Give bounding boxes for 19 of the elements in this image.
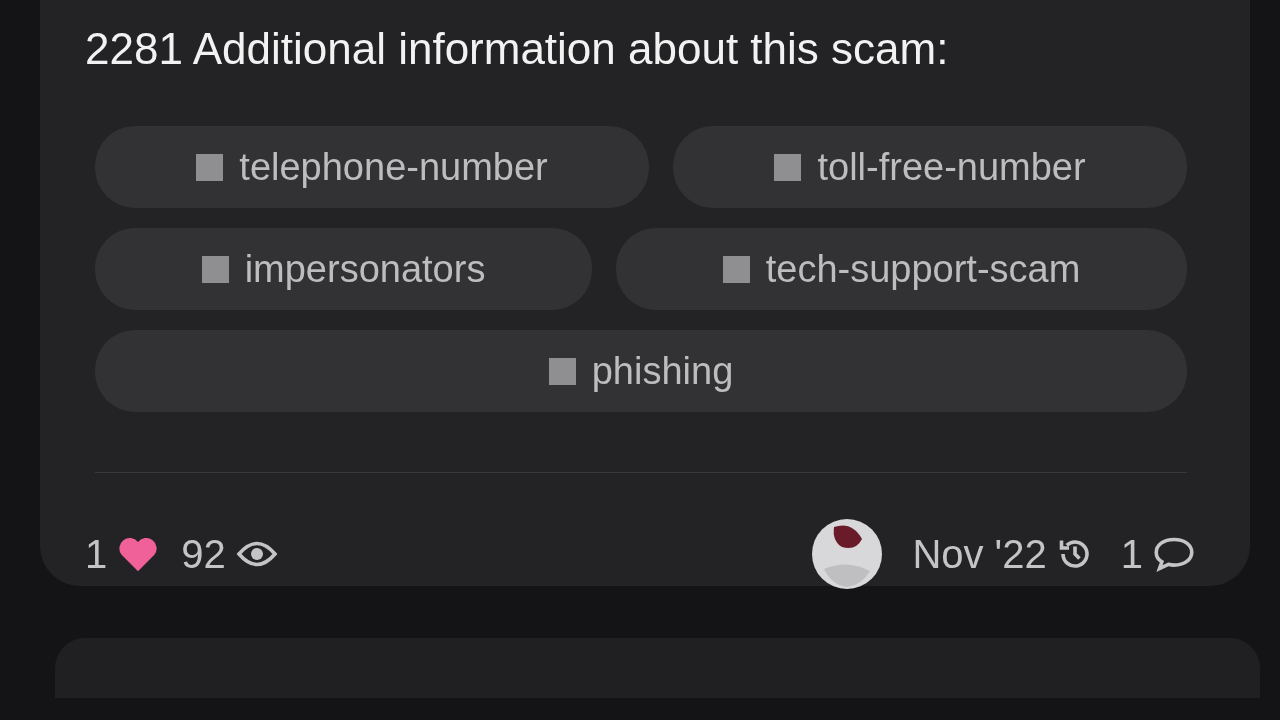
- tag-chip[interactable]: tech-support-scam: [616, 228, 1187, 310]
- square-icon: [774, 153, 802, 181]
- tag-chip[interactable]: impersonators: [95, 228, 593, 310]
- comment-icon: [1153, 536, 1195, 572]
- heart-icon[interactable]: [117, 535, 160, 573]
- post-text: 2281 Additional information about this scam:: [85, 24, 950, 74]
- tag-chip[interactable]: telephone-number: [95, 126, 650, 208]
- tag-chip[interactable]: phishing: [95, 330, 1187, 412]
- square-icon: [196, 153, 224, 181]
- view-count: 92: [181, 531, 226, 577]
- square-icon: [722, 255, 750, 283]
- reply-count: 1: [1120, 531, 1143, 577]
- square-icon: [201, 255, 229, 283]
- activity-date[interactable]: Nov '22: [912, 531, 1047, 577]
- eye-icon: [235, 539, 278, 569]
- square-icon: [548, 357, 576, 385]
- like-count: 1: [85, 531, 108, 577]
- avatar[interactable]: [812, 519, 883, 589]
- tag-chip[interactable]: toll-free-number: [673, 126, 1187, 208]
